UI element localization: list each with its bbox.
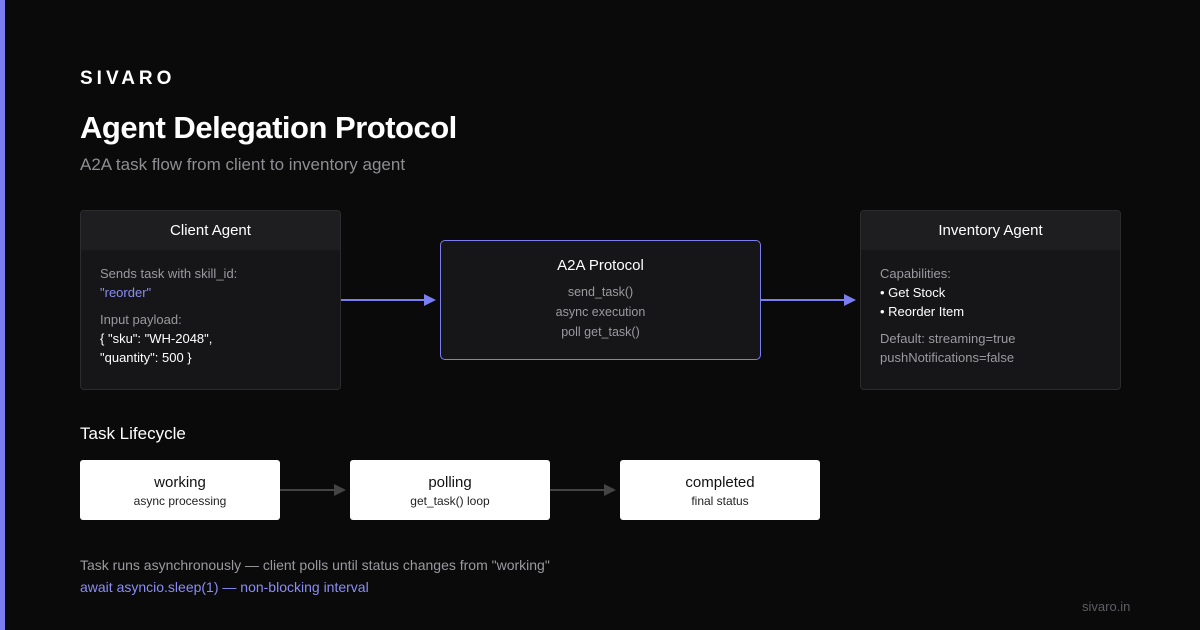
state-name: completed (685, 474, 755, 491)
client-task-line: Sends task with skill_id: (100, 266, 238, 281)
state-working: working async processing (80, 460, 280, 520)
state-name: working (154, 474, 206, 491)
inventory-default-line2: pushNotifications=false (880, 350, 1015, 365)
client-skill-id: "reorder" (100, 285, 152, 300)
client-payload-line2: "quantity": 500 } (100, 350, 192, 365)
capabilities-label: Capabilities: (880, 266, 951, 281)
inventory-default-line1: Default: streaming=true (880, 331, 1016, 346)
state-completed: completed final status (620, 460, 820, 520)
state-description: final status (691, 494, 749, 508)
client-payload-label: Input payload: (100, 312, 182, 327)
inventory-agent-body: Capabilities: • Get Stock • Reorder Item… (861, 250, 1120, 381)
client-payload-line1: { "sku": "WH-2048", (100, 331, 213, 346)
inventory-agent-header: Inventory Agent (861, 211, 1120, 250)
inventory-agent-card: Inventory Agent Capabilities: • Get Stoc… (860, 210, 1121, 390)
protocol-step-send: send_task() (567, 285, 634, 299)
client-agent-header: Client Agent (81, 211, 340, 250)
protocol-step-async: async execution (555, 305, 646, 319)
state-description: async processing (133, 494, 227, 508)
state-description: get_task() loop (410, 494, 490, 508)
capability-item: • Get Stock (880, 285, 946, 300)
client-agent-card: Client Agent Sends task with skill_id: "… (80, 210, 341, 390)
state-polling: polling get_task() loop (350, 460, 550, 520)
async-note: Task runs asynchronously — client polls … (80, 557, 550, 573)
capability-item: • Reorder Item (880, 304, 965, 319)
a2a-protocol-box: A2A Protocol send_task() async execution… (440, 240, 761, 360)
client-agent-body: Sends task with skill_id: "reorder" Inpu… (81, 250, 340, 381)
footer-url: sivaro.in (1082, 599, 1131, 614)
protocol-step-poll: poll get_task() (561, 325, 640, 339)
sleep-code-note: await asyncio.sleep(1) — non-blocking in… (80, 579, 369, 595)
protocol-title: A2A Protocol (557, 257, 644, 274)
state-name: polling (428, 474, 472, 491)
lifecycle-heading: Task Lifecycle (80, 424, 186, 443)
